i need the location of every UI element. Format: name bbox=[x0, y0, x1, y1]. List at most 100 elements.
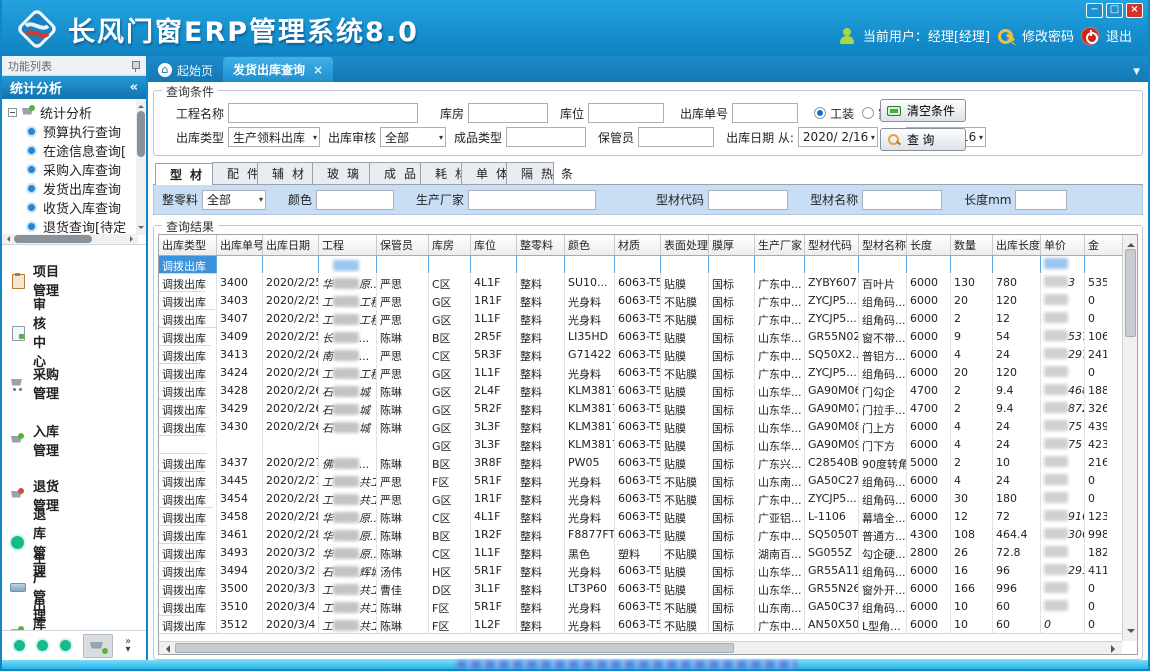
logout-link[interactable]: 退出 bbox=[1106, 26, 1132, 45]
project-name-input[interactable] bbox=[228, 103, 418, 123]
outbound-type-select[interactable]: 生产领料出库▾ bbox=[228, 127, 320, 147]
table-row[interactable]: 调拨出库 3424 2020/2/26 工工程 严思 G区 1L1F 整料 光身… bbox=[159, 364, 205, 382]
stats-section-header[interactable]: 统计分析 « bbox=[2, 76, 146, 99]
table-row[interactable]: 调拨出库 3409 2020/2/25 长... 陈琳 B区 2R5F 整料 L… bbox=[159, 328, 211, 346]
table-row[interactable]: 调拨出库 3500 2020/3/3 工共工程 曹佳 D区 3L1F 整料 LT… bbox=[159, 580, 203, 598]
grid-header-cell[interactable]: 金 bbox=[1085, 235, 1107, 255]
table-row[interactable]: 调拨出库 3445 2020/2/27 工共工程 严思 F区 5R1F 整料 光… bbox=[159, 472, 209, 490]
collapse-icon[interactable]: « bbox=[130, 80, 138, 95]
table-row[interactable]: G区 3L3F 整料 KLM3817 6063-T5 贴膜 国标 山东华... … bbox=[159, 436, 207, 454]
grid-header-cell[interactable]: 库位 bbox=[471, 235, 517, 255]
material-subtab[interactable]: 配件 bbox=[212, 162, 258, 184]
date-from-select[interactable]: 2020/ 2/16▾ bbox=[798, 127, 878, 147]
tree-horizontal-scrollbar[interactable] bbox=[2, 234, 138, 244]
whole-part-select[interactable]: 全部▾ bbox=[202, 190, 266, 210]
table-row[interactable]: 调拨出库 3403 2020/2/25 工工程 严思 G区 1R1F 整料 光身… bbox=[159, 292, 215, 310]
grid-header-cell[interactable]: 出库单号 bbox=[217, 235, 263, 255]
grid-horizontal-scrollbar[interactable] bbox=[159, 641, 1122, 654]
green-dot-icon[interactable] bbox=[60, 640, 71, 651]
tree-item[interactable]: 收货入库查询 bbox=[8, 198, 60, 217]
scroll-left-icon[interactable] bbox=[162, 645, 170, 653]
color-input[interactable] bbox=[316, 190, 394, 210]
outbound-audit-select[interactable]: 全部▾ bbox=[380, 127, 446, 147]
grid-header-cell[interactable]: 出库日期 bbox=[263, 235, 319, 255]
location-input[interactable] bbox=[588, 103, 664, 123]
manufacturer-input[interactable] bbox=[468, 190, 596, 210]
grid-header-cell[interactable]: 数量 bbox=[951, 235, 993, 255]
change-password-link[interactable]: 修改密码 bbox=[1022, 26, 1074, 45]
material-subtab[interactable]: 隔热条 bbox=[506, 162, 554, 184]
grid-header-cell[interactable]: 保管员 bbox=[377, 235, 429, 255]
grid-vertical-scrollbar[interactable] bbox=[1122, 235, 1137, 641]
tree-item[interactable]: 预算执行查询 bbox=[8, 122, 66, 141]
scroll-up-icon[interactable] bbox=[1127, 239, 1135, 247]
tab-home[interactable]: ⌂ 起始页 bbox=[148, 58, 223, 82]
scroll-right-icon[interactable] bbox=[1111, 645, 1119, 653]
grid-header-cell[interactable]: 库房 bbox=[429, 235, 471, 255]
green-dot-icon[interactable] bbox=[14, 640, 25, 651]
tree-expander-icon[interactable] bbox=[8, 108, 17, 117]
grid-header-cell[interactable]: 整零料 bbox=[517, 235, 565, 255]
table-row[interactable]: 调拨出库 3429 2020/2/26 石城 陈琳 G区 5R2F 整料 KLM… bbox=[159, 400, 209, 418]
table-row[interactable]: 调拨出库 3428 2020/2/26 石城 陈琳 G区 2L4F 整料 KLM… bbox=[159, 382, 207, 400]
grid-header-cell[interactable]: 材质 bbox=[615, 235, 661, 255]
table-row[interactable]: 调拨出库 3512 2020/3/4 工共工程 陈琳 F区 1L2F 整料 光身… bbox=[159, 616, 1122, 634]
grid-header-cell[interactable]: 膜厚 bbox=[709, 235, 755, 255]
table-row[interactable]: 调拨出库 3430 2020/2/26 石城 陈琳 G区 3L3F 整料 KLM… bbox=[159, 418, 205, 436]
table-row[interactable]: 调拨出库 3510 2020/3/4 工共工程 陈琳 F区 5R1F 整料 光身… bbox=[159, 598, 181, 616]
maximize-button[interactable]: □ bbox=[1106, 3, 1123, 18]
tree-item[interactable]: 采购入库查询 bbox=[8, 160, 64, 179]
grid-header-cell[interactable]: 表面处理 bbox=[661, 235, 709, 255]
grid-header-cell[interactable]: 工程 bbox=[319, 235, 377, 255]
scroll-down-icon[interactable] bbox=[1127, 629, 1135, 637]
table-row[interactable]: 调拨出库 3458 2020/2/28 华原... 陈琳 C区 4L1F 整料 … bbox=[159, 508, 207, 526]
tab-list-dropdown-icon[interactable]: ▼ bbox=[1133, 67, 1140, 77]
scroll-right-icon[interactable] bbox=[130, 236, 136, 242]
search-button[interactable]: 查 询 bbox=[880, 128, 966, 151]
sidebar-menu-item[interactable]: 审核中心 bbox=[10, 309, 56, 355]
material-subtab[interactable]: 型材 bbox=[155, 163, 213, 185]
grid-header-cell[interactable]: 生产厂家 bbox=[755, 235, 805, 255]
pin-icon[interactable] bbox=[130, 60, 140, 72]
sidebar-menu-item[interactable]: 出库管理 bbox=[10, 609, 58, 630]
table-row[interactable]: 调拨出库 3493 2020/3/2 华原... 陈琳 C区 1L1F 整料 黑… bbox=[159, 544, 201, 562]
table-row[interactable]: 调拨出库 3407 2020/2/25 工工程 严思 G区 1L1F 整料 光身… bbox=[159, 310, 217, 328]
material-subtab[interactable]: 单体型材 bbox=[461, 162, 507, 184]
tree-item[interactable]: 发货出库查询 bbox=[8, 179, 66, 198]
table-row[interactable]: 调拨出库 3437 2020/2/27 佛... 陈琳 B区 3R8F 整料 P… bbox=[159, 454, 205, 472]
material-subtab[interactable]: 耗材 bbox=[420, 162, 462, 184]
tab-close-icon[interactable]: × bbox=[313, 63, 323, 77]
tree-root-stats[interactable]: 统计分析 bbox=[8, 102, 126, 122]
table-row[interactable]: 调拨出库 3454 2020/2/28 工共工程 严思 G区 1R1F 整料 光… bbox=[159, 490, 213, 508]
more-menus-button[interactable]: » ▾ bbox=[125, 638, 131, 654]
length-input[interactable] bbox=[1015, 190, 1067, 210]
grid-header-cell[interactable]: 单价 bbox=[1041, 235, 1085, 255]
radio-industrial[interactable]: 工装 bbox=[814, 105, 854, 122]
grid-header-cell[interactable]: 出库类型 bbox=[159, 235, 217, 255]
table-row[interactable]: 调拨出库 3413 2020/2/26 南... 严思 C区 5R3F 整料 G… bbox=[159, 346, 201, 364]
keeper-input[interactable] bbox=[638, 127, 714, 147]
material-subtab[interactable]: 辅材 bbox=[257, 162, 313, 184]
material-subtab[interactable]: 玻璃 bbox=[312, 162, 370, 184]
table-row[interactable]: 调拨出库 3461 2020/2/28 华原... 陈琳 B区 1R2F 整料 … bbox=[159, 526, 203, 544]
tree-item[interactable]: 在途信息查询[待 bbox=[8, 141, 54, 160]
cart-tool-button[interactable] bbox=[83, 634, 113, 658]
profile-name-input[interactable] bbox=[862, 190, 942, 210]
clear-conditions-button[interactable]: 清空条件 bbox=[880, 99, 966, 122]
outbound-no-input[interactable] bbox=[732, 103, 798, 123]
grid-header-cell[interactable]: 型材代码 bbox=[805, 235, 859, 255]
scroll-down-icon[interactable] bbox=[138, 226, 144, 232]
minimize-button[interactable]: − bbox=[1086, 3, 1103, 18]
sidebar-menu-item[interactable]: 采购管理 bbox=[10, 355, 66, 411]
table-row[interactable]: 调拨出库 3494 2020/3/2 石辉城 汤伟 H区 5R1F 整料 光身料 bbox=[159, 562, 207, 580]
warehouse-input[interactable] bbox=[468, 103, 548, 123]
grid-header-cell[interactable]: 出库长度 bbox=[993, 235, 1041, 255]
table-row[interactable]: 调拨出库 3399 2020/2/25 华原... 严思 C区 2L1F 整料 … bbox=[159, 256, 217, 274]
close-button[interactable]: × bbox=[1126, 3, 1143, 18]
table-row[interactable]: 调拨出库 3400 2020/2/25 华原... 严思 C区 4L1F 整料 … bbox=[159, 274, 205, 292]
scroll-up-icon[interactable] bbox=[138, 102, 144, 108]
grid-header-cell[interactable]: 长度 bbox=[907, 235, 951, 255]
sidebar-menu-item[interactable]: 入库管理 bbox=[10, 411, 68, 469]
profile-code-input[interactable] bbox=[708, 190, 788, 210]
green-dot-icon[interactable] bbox=[37, 640, 48, 651]
